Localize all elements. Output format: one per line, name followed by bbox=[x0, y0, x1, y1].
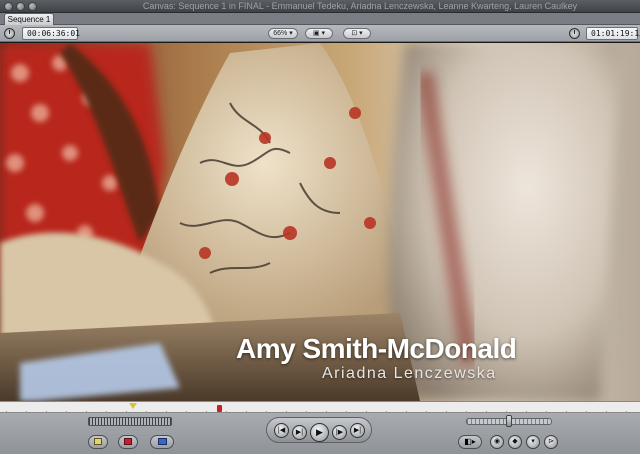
tab-strip: Sequence 1 bbox=[0, 13, 640, 25]
add-marker-icon[interactable]: ▾ bbox=[526, 435, 540, 449]
zoom-popup[interactable]: 66% ▾ bbox=[268, 28, 298, 39]
view-mode-popup[interactable]: ▣ ▾ bbox=[305, 28, 333, 39]
current-timecode-icon bbox=[569, 28, 580, 39]
mark-clip-icon[interactable]: ◉ bbox=[490, 435, 504, 449]
insert-edit-button[interactable] bbox=[88, 435, 108, 449]
replace-icon bbox=[157, 438, 167, 445]
timecode-duration-field[interactable]: 00:06:36:01 bbox=[22, 27, 80, 40]
close-window-button[interactable] bbox=[4, 2, 13, 11]
lower-third-subtitle: Ariadna Lenczewska bbox=[322, 365, 497, 382]
match-frame-icon: ◧▸ bbox=[464, 437, 476, 446]
canvas-toolbar: 00:06:36:01 66% ▾ ▣ ▾ ⊡ ▾ 01:01:19:13 bbox=[0, 25, 640, 42]
clip-overlay-icon: ▣ bbox=[312, 30, 320, 37]
go-to-previous-edit-icon[interactable]: |◀ bbox=[274, 423, 289, 438]
popup-arrow-icon: ▾ bbox=[319, 30, 326, 37]
transport-controls: |◀ ▶| ▶ |▶ ▶| ◧▸ ◉ ◆ ▾ ⊳ bbox=[0, 413, 640, 454]
in-point-marker[interactable] bbox=[217, 405, 222, 412]
window-title: Canvas: Sequence 1 in FINAL - Emmanuel T… bbox=[142, 1, 578, 11]
current-timecode-field[interactable]: 01:01:19:13 bbox=[586, 27, 640, 40]
timecode-duration-icon bbox=[4, 28, 15, 39]
jog-control[interactable] bbox=[88, 417, 172, 426]
zoom-window-button[interactable] bbox=[28, 2, 37, 11]
window-titlebar: Canvas: Sequence 1 in FINAL - Emmanuel T… bbox=[0, 0, 640, 13]
play-icon[interactable]: ▶ bbox=[310, 423, 329, 442]
playhead-marker[interactable] bbox=[129, 403, 137, 409]
lower-third-name: Amy Smith-McDonald bbox=[236, 333, 517, 364]
scrubber-bar[interactable] bbox=[0, 401, 640, 413]
tab-sequence-1[interactable]: Sequence 1 bbox=[4, 13, 54, 25]
overwrite-icon bbox=[124, 438, 132, 445]
add-keyframe-icon[interactable]: ◆ bbox=[508, 435, 522, 449]
shuttle-knob[interactable] bbox=[506, 415, 512, 427]
play-in-to-out-icon[interactable]: ▶| bbox=[292, 425, 307, 440]
match-frame-button[interactable]: ◧▸ bbox=[458, 435, 482, 449]
play-around-current-icon[interactable]: |▶ bbox=[332, 425, 347, 440]
mark-out-icon[interactable]: ⊳ bbox=[544, 435, 558, 449]
go-to-next-edit-icon[interactable]: ▶| bbox=[350, 423, 365, 438]
overwrite-edit-button[interactable] bbox=[118, 435, 138, 449]
popup-arrow-icon: ▾ bbox=[357, 30, 363, 37]
zoom-value: 66% bbox=[273, 30, 288, 37]
insert-icon bbox=[94, 438, 102, 445]
replace-edit-button[interactable] bbox=[150, 435, 174, 449]
canvas-viewer[interactable]: Amy Smith-McDonald Ariadna Lenczewska bbox=[0, 43, 640, 401]
minimize-window-button[interactable] bbox=[16, 2, 25, 11]
popup-arrow-icon: ▾ bbox=[287, 30, 293, 37]
frame-view-popup[interactable]: ⊡ ▾ bbox=[343, 28, 371, 39]
